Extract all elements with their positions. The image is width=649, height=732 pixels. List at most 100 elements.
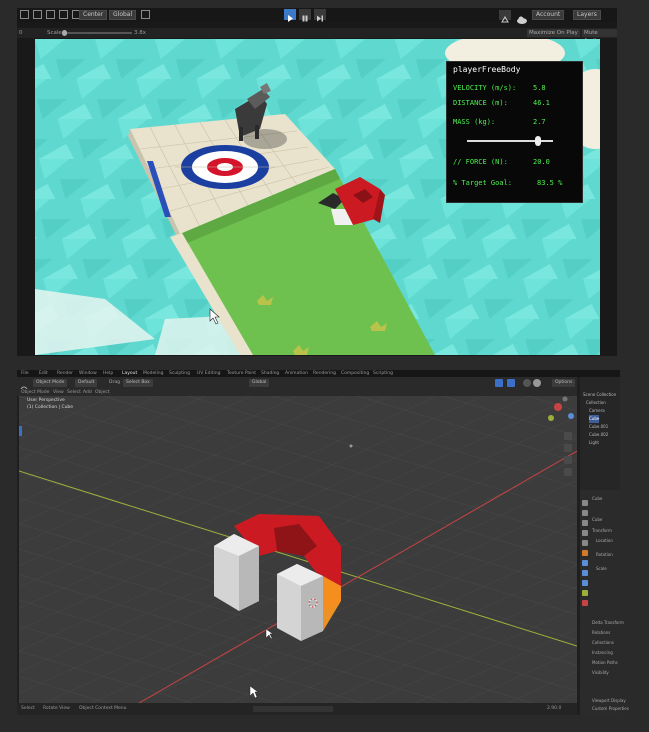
force-label: // FORCE (N): <box>453 158 508 166</box>
props-custom-properties[interactable]: Custom Properties <box>592 706 629 711</box>
workspace-tab-scripting[interactable]: Scripting <box>373 370 393 377</box>
viewport-sub-menu: Object Mode View Select Add Object <box>17 389 577 396</box>
shading-material-button[interactable] <box>533 379 541 387</box>
outliner-item[interactable]: Cube.001 <box>589 423 608 431</box>
props-delta-transform[interactable]: Delta Transform <box>592 620 624 625</box>
render-props-icon[interactable] <box>582 510 588 516</box>
menu-object[interactable]: Object <box>95 389 110 396</box>
modifier-props-icon[interactable] <box>582 560 588 566</box>
scale-slider-knob[interactable] <box>62 30 67 36</box>
outliner-item[interactable]: Camera <box>589 407 605 415</box>
menu-file[interactable]: File <box>21 370 29 377</box>
data-props-icon[interactable] <box>582 590 588 596</box>
workspace-tab-sculpting[interactable]: Sculpting <box>169 370 190 377</box>
props-viewport-display[interactable]: Viewport Display <box>592 698 626 703</box>
outliner-item[interactable]: Collection <box>586 399 606 407</box>
snap-icon[interactable] <box>141 10 150 19</box>
outliner-panel: Scene Collection Collection Camera Cube … <box>580 377 620 490</box>
select-box-dropdown[interactable]: Select Box <box>123 379 153 387</box>
view-layer-props-icon[interactable] <box>582 530 588 536</box>
menu-view[interactable]: View <box>53 389 64 396</box>
step-icon <box>317 15 323 22</box>
props-instancing[interactable]: Instancing <box>592 650 613 655</box>
object-mode-dropdown[interactable]: Object Mode <box>33 379 68 387</box>
outliner-item[interactable]: Light <box>589 439 599 447</box>
outliner-item[interactable]: Scene Collection <box>583 391 616 399</box>
workspace-tab-modeling[interactable]: Modeling <box>143 370 163 377</box>
output-props-icon[interactable] <box>582 520 588 526</box>
mass-slider[interactable] <box>467 136 553 146</box>
workspace-tab-texture-paint[interactable]: Texture Paint <box>227 370 256 377</box>
viewport-header: Object Mode Default Drag Select Box Glob… <box>17 377 577 394</box>
collab-button[interactable] <box>499 10 511 23</box>
tool-shelf-tab[interactable] <box>19 426 22 436</box>
layers-dropdown[interactable]: Layers <box>573 10 601 20</box>
orientation-dropdown[interactable]: Default <box>75 379 98 387</box>
scale-slider[interactable] <box>62 30 132 36</box>
workspace-tab-animation[interactable]: Animation <box>285 370 308 377</box>
status-select: Select <box>21 706 35 711</box>
3d-viewport[interactable]: User Perspective (1) Collection | Cube <box>19 396 577 703</box>
menu-edit[interactable]: Edit <box>39 370 48 377</box>
collab-icon <box>501 16 509 23</box>
menu-help[interactable]: Help <box>103 370 113 377</box>
mass-label: MASS (kg): <box>453 118 496 126</box>
material-props-icon[interactable] <box>582 600 588 606</box>
display-dropdown[interactable]: 0 <box>19 28 23 38</box>
status-rotate: Rotate View <box>43 706 70 711</box>
menu-object-mode[interactable]: Object Mode <box>21 389 49 396</box>
props-collections[interactable]: Collections <box>592 640 614 645</box>
account-dropdown[interactable]: Account <box>532 10 565 20</box>
shading-solid-button[interactable] <box>523 379 531 387</box>
mass-slider-knob[interactable] <box>534 136 541 146</box>
move-tool-icon[interactable] <box>33 10 42 19</box>
workspace-tab-uv-editing[interactable]: UV Editing <box>197 370 220 377</box>
menu-window[interactable]: Window <box>79 370 97 377</box>
workspace-tab-compositing[interactable]: Compositing <box>341 370 369 377</box>
pause-button[interactable] <box>299 9 311 22</box>
workspace-tab-layout[interactable]: Layout <box>122 370 137 377</box>
props-visibility[interactable]: Visibility <box>592 670 609 675</box>
mute-audio-toggle[interactable]: Mute Audio <box>582 29 617 44</box>
pivot-global-button[interactable]: Global <box>109 10 137 20</box>
pivot-center-button[interactable]: Center <box>79 10 108 20</box>
outliner-item-selected[interactable]: Cube <box>589 415 600 423</box>
particles-props-icon[interactable] <box>582 570 588 576</box>
cloud-button[interactable] <box>516 10 528 24</box>
props-relations[interactable]: Relations <box>592 630 610 635</box>
options-dropdown[interactable]: Options <box>552 379 576 387</box>
playback-controls[interactable] <box>253 706 333 712</box>
play-button[interactable] <box>284 9 296 22</box>
game-view[interactable]: playerFreeBody VELOCITY (m/s): 5.8 DISTA… <box>35 39 600 355</box>
menu-render[interactable]: Render <box>57 370 73 377</box>
drag-label: Drag <box>109 380 120 385</box>
workspace-tab-rendering[interactable]: Rendering <box>313 370 336 377</box>
scale-label: Scale <box>47 30 62 36</box>
rotate-tool-icon[interactable] <box>46 10 55 19</box>
cloud-icon <box>517 16 527 24</box>
menu-add[interactable]: Add <box>83 389 92 396</box>
hud-title: playerFreeBody <box>453 65 521 74</box>
tool-props-icon[interactable] <box>582 500 588 506</box>
viewport-shading-button[interactable] <box>495 379 503 387</box>
outliner-item[interactable]: Cube.002 <box>589 431 608 439</box>
hand-tool-icon[interactable] <box>20 10 29 19</box>
blender-window: File Edit Render Window Help Layout Mode… <box>17 370 629 715</box>
step-button[interactable] <box>314 9 326 22</box>
menu-select[interactable]: Select <box>67 389 81 396</box>
workspace-tab-shading[interactable]: Shading <box>261 370 279 377</box>
maximize-on-play-toggle[interactable]: Maximize On Play <box>527 29 580 37</box>
scale-tool-icon[interactable] <box>59 10 68 19</box>
object-props-icon[interactable] <box>582 550 588 556</box>
props-data-name: Cube <box>592 517 603 522</box>
physics-props-icon[interactable] <box>582 580 588 586</box>
scene-props-icon[interactable] <box>582 540 588 546</box>
target-goal-value: 83.5 % <box>537 179 563 187</box>
props-location: Location <box>596 538 613 543</box>
overlay-toggle-button[interactable] <box>507 379 515 387</box>
editor-type-button[interactable] <box>20 379 28 394</box>
props-motion-paths[interactable]: Motion Paths <box>592 660 618 665</box>
props-object-name: Cube <box>592 496 603 501</box>
transform-global-dropdown[interactable]: Global <box>249 379 270 387</box>
props-transform-header[interactable]: Transform <box>592 528 612 533</box>
